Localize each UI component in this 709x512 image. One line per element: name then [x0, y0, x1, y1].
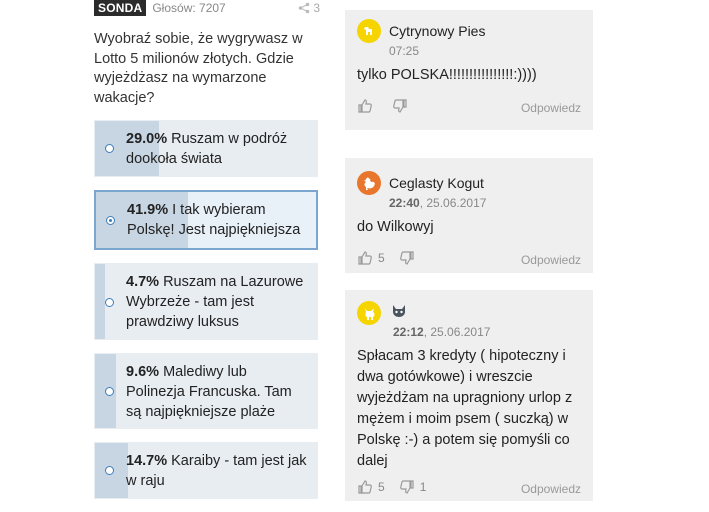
- share-button[interactable]: 3: [298, 1, 320, 15]
- comment-card: 22:12, 25.06.2017 Spłacam 3 kredyty ( hi…: [345, 290, 593, 501]
- poll-option[interactable]: 9.6% Malediwy lub Polinezja Francuska. Ta…: [94, 353, 318, 429]
- poll-option-text: 9.6% Malediwy lub Polinezja Francuska. Ta…: [126, 364, 292, 420]
- poll-option[interactable]: 29.0% Ruszam w podróż dookoła świata: [94, 120, 318, 177]
- comment-card: Cytrynowy Pies 07:25 tylko POLSKA!!!!!!!…: [345, 10, 593, 130]
- like-button[interactable]: 5: [357, 250, 385, 266]
- avatar: [357, 301, 381, 325]
- dislike-button[interactable]: [392, 98, 413, 114]
- poll-option-text: 4.7% Ruszam na Lazurowe Wybrzeże - tam je…: [126, 274, 304, 330]
- comment-card: Ceglasty Kogut 22:40, 25.06.2017 do Wilk…: [345, 158, 593, 273]
- thumbs-down-icon: [399, 480, 414, 494]
- comment-text: Spłacam 3 kredyty ( hipoteczny i dwa got…: [357, 348, 573, 469]
- vote-count: Głosów: 7207: [152, 1, 226, 15]
- comment-actions: [357, 98, 427, 114]
- poll-option[interactable]: 14.7% Karaiby - tam jest jak w raju: [94, 442, 318, 499]
- poll-option-text: 14.7% Karaiby - tam jest jak w raju: [126, 453, 307, 489]
- comment-text: tylko POLSKA!!!!!!!!!!!!!!!!:)))): [357, 67, 537, 83]
- like-button[interactable]: [357, 98, 378, 114]
- avatar: [357, 171, 381, 195]
- share-count: 3: [313, 1, 320, 15]
- poll-question: Wyobraź sobie, że wygrywasz w Lotto 5 mi…: [94, 31, 303, 106]
- comment-author[interactable]: Ceglasty Kogut: [389, 175, 484, 191]
- dislike-count: 1: [419, 480, 427, 494]
- rooster-icon: [363, 177, 375, 190]
- poll-options: 29.0% Ruszam w podróż dookoła świata 41.9…: [94, 120, 320, 499]
- goat-icon: [364, 307, 374, 320]
- comment-time: 07:25: [389, 44, 420, 58]
- poll-badge: SONDA: [94, 0, 147, 16]
- dislike-button[interactable]: [399, 250, 420, 266]
- thumbs-up-icon: [358, 480, 372, 494]
- dog-icon: [364, 27, 372, 35]
- thumbs-up-icon: [358, 251, 372, 265]
- comment-text: do Wilkowyj: [357, 219, 434, 235]
- poll-option[interactable]: 4.7% Ruszam na Lazurowe Wybrzeże - tam je…: [94, 263, 318, 340]
- poll-header: SONDA Głosów: 7207 3: [94, 0, 320, 16]
- comment-actions: 5 1: [357, 479, 440, 495]
- like-count: 5: [378, 251, 385, 265]
- thumbs-down-icon: [393, 99, 407, 113]
- comment-author[interactable]: Cytrynowy Pies: [389, 23, 485, 39]
- dislike-button[interactable]: 1: [399, 479, 427, 495]
- comment-time: 22:40, 25.06.2017: [389, 196, 487, 210]
- thumbs-down-icon: [399, 251, 414, 265]
- like-count: 5: [378, 480, 385, 494]
- avatar: [357, 19, 381, 43]
- poll-option-text: 29.0% Ruszam w podróż dookoła świata: [126, 131, 288, 167]
- comment-time: 22:12, 25.06.2017: [393, 325, 491, 339]
- like-button[interactable]: 5: [357, 479, 385, 495]
- cat-icon: [393, 305, 405, 317]
- reply-link[interactable]: Odpowiedz: [521, 101, 581, 115]
- comment-actions: 5: [357, 250, 434, 266]
- thumbs-up-icon: [358, 99, 372, 113]
- poll-option-text: 41.9% I tak wybieram Polskę! Jest najpięk…: [127, 202, 301, 238]
- reply-link[interactable]: Odpowiedz: [521, 482, 581, 496]
- poll-option-selected[interactable]: 41.9% I tak wybieram Polskę! Jest najpięk…: [94, 190, 318, 250]
- reply-link[interactable]: Odpowiedz: [521, 253, 581, 267]
- poll-widget: SONDA Głosów: 7207 3 Wyobraź sobie, że w…: [94, 0, 320, 512]
- share-icon: [299, 2, 310, 14]
